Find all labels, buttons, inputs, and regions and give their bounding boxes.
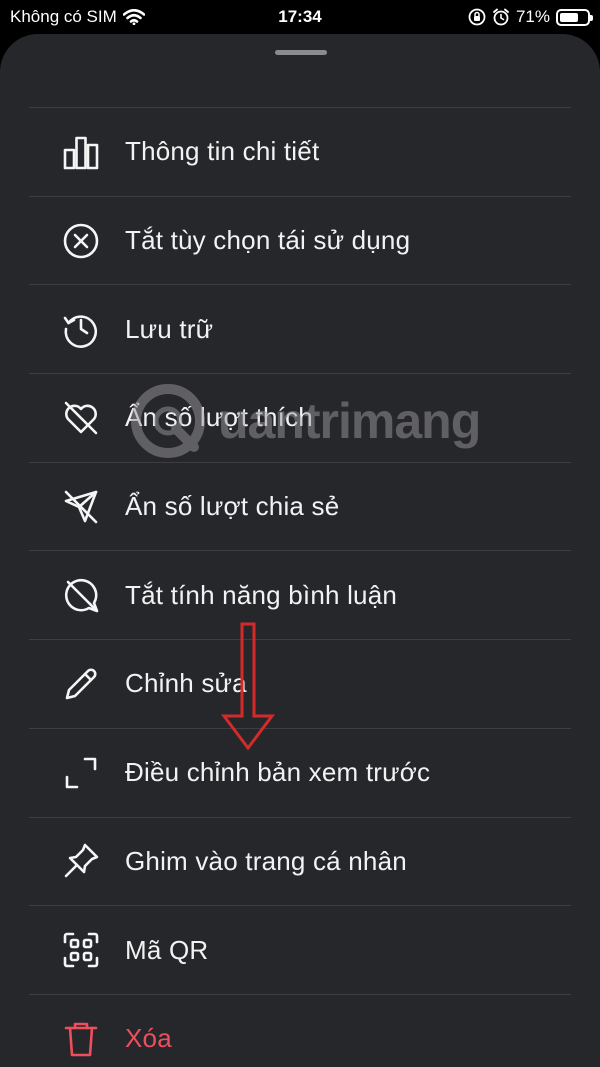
comment-off-icon	[59, 573, 103, 617]
alarm-icon	[493, 8, 509, 26]
menu-item-edit[interactable]: Chỉnh sửa	[29, 640, 571, 729]
menu-label-insights: Thông tin chi tiết	[125, 136, 320, 167]
menu-label-disable-comments: Tắt tính năng bình luận	[125, 579, 398, 610]
menu-item-adjust-preview[interactable]: Điều chỉnh bản xem trước	[29, 729, 571, 818]
menu-item-disable-comments[interactable]: Tắt tính năng bình luận	[29, 551, 571, 641]
status-right: 71%	[468, 7, 593, 27]
menu-label-delete: Xóa	[125, 1023, 172, 1054]
wifi-icon	[122, 9, 145, 25]
menu-label-adjust-preview: Điều chỉnh bản xem trước	[125, 757, 431, 788]
circle-x-icon	[59, 219, 103, 263]
menu-item-archive[interactable]: Lưu trữ	[29, 285, 571, 375]
bar-chart-icon	[59, 130, 103, 174]
menu-label-disable-remix: Tắt tùy chọn tái sử dụng	[125, 225, 411, 256]
menu-item-delete[interactable]: Xóa	[29, 995, 571, 1067]
send-off-icon	[59, 485, 103, 529]
status-bar: Không có SIM 17:34 71%	[0, 0, 600, 34]
menu-label-hide-shares: Ẩn số lượt chia sẻ	[125, 491, 340, 522]
bottom-sheet: Thông tin chi tiết Tắt tùy chọn tái sử d…	[0, 34, 600, 1067]
menu-label-pin-to-profile: Ghim vào trang cá nhân	[125, 845, 407, 876]
pin-icon	[59, 839, 103, 883]
status-left: Không có SIM	[10, 7, 145, 27]
menu-item-hide-likes[interactable]: Ẩn số lượt thích	[29, 374, 571, 463]
battery-icon	[556, 8, 593, 26]
pencil-icon	[59, 662, 103, 706]
trash-icon	[59, 1017, 103, 1061]
battery-level	[560, 12, 579, 22]
expand-icon	[59, 751, 103, 795]
menu-item-hide-shares[interactable]: Ẩn số lượt chia sẻ	[29, 463, 571, 552]
post-options-menu: Thông tin chi tiết Tắt tùy chọn tái sử d…	[29, 107, 571, 1067]
menu-item-qr-code[interactable]: Mã QR	[29, 906, 571, 995]
battery-percent: 71%	[515, 7, 550, 26]
heart-off-icon	[59, 396, 103, 440]
sheet-grabber[interactable]	[275, 50, 327, 55]
menu-label-edit: Chỉnh sửa	[125, 668, 247, 699]
menu-label-qr-code: Mã QR	[125, 934, 209, 965]
qr-code-icon	[59, 928, 103, 972]
carrier-label: Không có SIM	[10, 7, 117, 26]
rotation-lock-icon	[468, 8, 486, 26]
menu-item-insights[interactable]: Thông tin chi tiết	[29, 108, 571, 197]
menu-item-disable-remix[interactable]: Tắt tùy chọn tái sử dụng	[29, 197, 571, 286]
history-icon	[59, 307, 103, 351]
menu-label-hide-likes: Ẩn số lượt thích	[125, 402, 313, 433]
menu-label-archive: Lưu trữ	[125, 313, 214, 344]
menu-item-pin-to-profile[interactable]: Ghim vào trang cá nhân	[29, 818, 571, 907]
